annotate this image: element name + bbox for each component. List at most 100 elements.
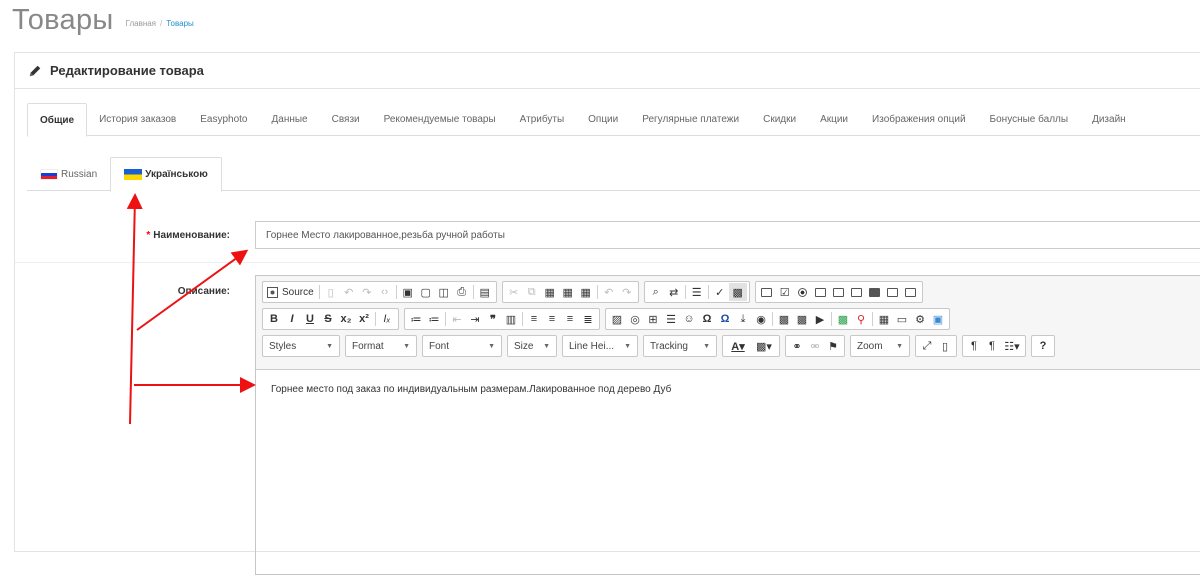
- undo-plugin-icon[interactable]: ↶: [340, 283, 358, 301]
- strikethrough-icon[interactable]: S: [319, 310, 337, 328]
- font-dropdown[interactable]: Font ▼: [422, 335, 502, 357]
- code-icon[interactable]: ‹›: [376, 283, 394, 301]
- bulleted-list-icon[interactable]: ≔: [425, 310, 443, 328]
- qr-code-icon[interactable]: ▦: [875, 310, 893, 328]
- show-blocks-icon[interactable]: ▯: [936, 337, 954, 355]
- paste-word-icon[interactable]: ▦: [577, 283, 595, 301]
- superscript-icon[interactable]: x²: [355, 310, 373, 328]
- image-button-icon[interactable]: [884, 283, 902, 301]
- unlink-icon[interactable]: ⚮: [806, 337, 824, 355]
- redo-plugin-icon[interactable]: ↷: [358, 283, 376, 301]
- breadcrumb-home[interactable]: Главная: [126, 19, 156, 28]
- map-pin-icon[interactable]: ⚲: [852, 310, 870, 328]
- radio-icon[interactable]: [794, 283, 812, 301]
- tab-recommended[interactable]: Рекомендуемые товары: [372, 103, 508, 136]
- italic-icon[interactable]: I: [283, 310, 301, 328]
- link-icon[interactable]: ⚭: [788, 337, 806, 355]
- select-all-icon[interactable]: ☰: [688, 283, 706, 301]
- map-icon[interactable]: ▩: [834, 310, 852, 328]
- tab-discounts[interactable]: Скидки: [751, 103, 808, 136]
- find-icon[interactable]: ⌕: [647, 283, 665, 301]
- tab-order-history[interactable]: История заказов: [87, 103, 188, 136]
- tab-option-images[interactable]: Изображения опций: [860, 103, 978, 136]
- text-field-icon[interactable]: [812, 283, 830, 301]
- save-icon[interactable]: ▣: [399, 283, 417, 301]
- form-icon[interactable]: [758, 283, 776, 301]
- tab-general[interactable]: Общие: [27, 103, 88, 137]
- image-manager-icon[interactable]: ▣: [929, 310, 947, 328]
- special-char-icon[interactable]: Ω: [698, 310, 716, 328]
- anchor-flag-icon[interactable]: ⚑: [824, 337, 842, 355]
- horizontal-line-icon[interactable]: ☰: [662, 310, 680, 328]
- print-icon[interactable]: ⎙: [453, 283, 471, 301]
- cut-icon[interactable]: ✂: [505, 283, 523, 301]
- image-icon[interactable]: ▨: [608, 310, 626, 328]
- tab-recurring[interactable]: Регулярные платежи: [630, 103, 751, 136]
- ltr-icon[interactable]: ¶: [965, 337, 983, 355]
- tab-easyphoto[interactable]: Easyphoto: [188, 103, 259, 136]
- subscript-icon[interactable]: x₂: [337, 310, 355, 328]
- text-color-icon[interactable]: A▾: [725, 337, 751, 355]
- remove-format-icon[interactable]: Iₓ: [378, 310, 396, 328]
- bold-icon[interactable]: B: [265, 310, 283, 328]
- align-center-icon[interactable]: ≡: [543, 310, 561, 328]
- highlight-icon[interactable]: ▩: [728, 283, 747, 301]
- tab-specials[interactable]: Акции: [808, 103, 860, 136]
- checkbox-icon[interactable]: ☑: [776, 283, 794, 301]
- smiley-icon[interactable]: ☺: [680, 310, 698, 328]
- paste-icon[interactable]: ▦: [541, 283, 559, 301]
- numbered-list-icon[interactable]: ≔: [407, 310, 425, 328]
- align-left-icon[interactable]: ≡: [525, 310, 543, 328]
- media-icon[interactable]: ▩: [775, 310, 793, 328]
- button-field-icon[interactable]: [866, 283, 884, 301]
- textarea-icon[interactable]: [830, 283, 848, 301]
- justify-icon[interactable]: ≣: [579, 310, 597, 328]
- format-dropdown[interactable]: Format ▼: [345, 335, 417, 357]
- input-icon[interactable]: ▭: [893, 310, 911, 328]
- play-icon[interactable]: ▶: [811, 310, 829, 328]
- tab-links[interactable]: Связи: [320, 103, 372, 136]
- tracking-dropdown[interactable]: Tracking ▼: [643, 335, 717, 357]
- flash-icon[interactable]: ◎: [626, 310, 644, 328]
- language-tab-ukrainian[interactable]: Українською: [110, 157, 222, 192]
- template-icon[interactable]: ▯: [322, 283, 340, 301]
- settings-icon[interactable]: ⚙: [911, 310, 929, 328]
- line-height-dropdown[interactable]: Line Hei... ▼: [562, 335, 638, 357]
- redo-icon[interactable]: ↷: [618, 283, 636, 301]
- breadcrumb-current[interactable]: Товары: [166, 19, 194, 28]
- preview-icon[interactable]: ◫: [435, 283, 453, 301]
- editor-content[interactable]: Горнее место под заказ по индивидуальным…: [256, 370, 1200, 409]
- replace-icon[interactable]: ⇄: [665, 283, 683, 301]
- tab-reward-points[interactable]: Бонусные баллы: [978, 103, 1081, 136]
- table-icon[interactable]: ⊞: [644, 310, 662, 328]
- maximize-icon[interactable]: ⤢: [918, 337, 936, 355]
- underline-icon[interactable]: U: [301, 310, 319, 328]
- blockquote-icon[interactable]: ❞: [484, 310, 502, 328]
- tab-options[interactable]: Опции: [576, 103, 630, 136]
- help-icon[interactable]: ?: [1034, 337, 1052, 355]
- templates-icon[interactable]: ▤: [476, 283, 494, 301]
- size-dropdown[interactable]: Size ▼: [507, 335, 557, 357]
- iframe-icon[interactable]: ◉: [752, 310, 770, 328]
- bg-color-icon[interactable]: ▩▾: [751, 337, 777, 355]
- undo-icon[interactable]: ↶: [600, 283, 618, 301]
- rtl-icon[interactable]: ¶: [983, 337, 1001, 355]
- copy-icon[interactable]: ⧉: [523, 283, 541, 301]
- language-icon[interactable]: ☷▾: [1001, 337, 1023, 355]
- page-break-icon[interactable]: ⤓: [734, 310, 752, 328]
- align-right-icon[interactable]: ≡: [561, 310, 579, 328]
- zoom-dropdown[interactable]: Zoom ▼: [850, 335, 910, 357]
- tab-attributes[interactable]: Атрибуты: [508, 103, 576, 136]
- new-page-icon[interactable]: ▢: [417, 283, 435, 301]
- outdent-icon[interactable]: ⇤: [448, 310, 466, 328]
- spellcheck-icon[interactable]: ✓: [711, 283, 729, 301]
- language-tab-russian[interactable]: Russian: [27, 157, 110, 191]
- special-char-2-icon[interactable]: Ω: [716, 310, 734, 328]
- select-field-icon[interactable]: [848, 283, 866, 301]
- indent-icon[interactable]: ⇥: [466, 310, 484, 328]
- hidden-field-icon[interactable]: [902, 283, 920, 301]
- tab-design[interactable]: Дизайн: [1080, 103, 1138, 136]
- div-container-icon[interactable]: ▥: [502, 310, 520, 328]
- source-button[interactable]: Source: [279, 287, 317, 298]
- tab-data[interactable]: Данные: [259, 103, 319, 136]
